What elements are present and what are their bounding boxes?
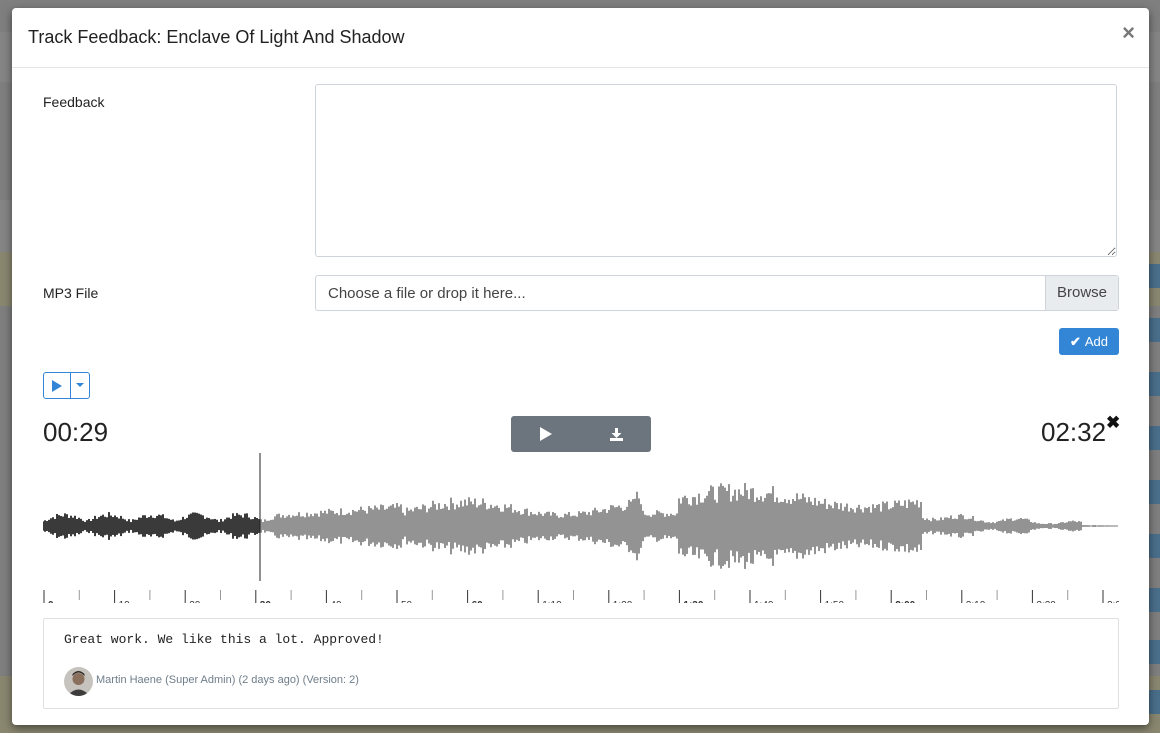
remove-track-icon[interactable]: ✖ bbox=[1106, 413, 1120, 433]
timeline-tick-label: 1:30 bbox=[683, 600, 703, 603]
play-button[interactable] bbox=[511, 416, 581, 452]
player-controls bbox=[511, 416, 651, 452]
file-input-placeholder: Choose a file or drop it here... bbox=[328, 285, 526, 302]
feedback-textarea[interactable] bbox=[315, 84, 1117, 257]
modal-header: Track Feedback: Enclave Of Light And Sha… bbox=[12, 8, 1149, 68]
add-button-label: Add bbox=[1084, 334, 1109, 349]
track-feedback-modal: Track Feedback: Enclave Of Light And Sha… bbox=[12, 8, 1149, 725]
total-time: 02:32 bbox=[1041, 417, 1107, 447]
caret-down-icon bbox=[76, 383, 84, 387]
timeline-tick-label: 40 bbox=[330, 600, 342, 603]
timeline-tick-label: 1:40 bbox=[754, 600, 774, 603]
feedback-label: Feedback bbox=[43, 94, 105, 110]
timeline-tick-label: 0 bbox=[48, 600, 54, 603]
split-dropdown-toggle[interactable] bbox=[71, 373, 89, 398]
timeline-tick-label: 30 bbox=[260, 600, 272, 603]
timeline-tick-label: 1:20 bbox=[613, 600, 633, 603]
timeline-tick-label: 2:00 bbox=[895, 600, 915, 603]
timeline-tick-label: 2:10 bbox=[966, 600, 986, 603]
current-time: 00:29 bbox=[43, 417, 109, 447]
waveform-area[interactable]: 0 10 20 30 40 50 60 1:10 1:20 1:30 1:40 1:50 2:00 2:1… bbox=[42, 453, 1127, 611]
playback-options-split-button[interactable] bbox=[43, 372, 90, 399]
waveform[interactable]: 0 10 20 30 40 50 60 1:10 1:20 1:30 1:40 1:50 2:00 2:1… bbox=[42, 453, 1127, 611]
download-icon bbox=[609, 427, 623, 441]
mp3-file-label: MP3 File bbox=[43, 285, 99, 301]
timeline-tick-label: 50 bbox=[401, 600, 413, 603]
close-button[interactable]: × bbox=[1122, 22, 1135, 44]
check-icon: ✔ bbox=[1069, 334, 1081, 349]
timeline-tick-label: 10 bbox=[119, 600, 131, 603]
timeline-tick-label: 1:10 bbox=[542, 600, 562, 603]
play-icon bbox=[540, 427, 552, 441]
timeline-tick-label: 2:30 bbox=[1107, 600, 1119, 603]
timeline-tick-label: 20 bbox=[189, 600, 201, 603]
mp3-file-input[interactable]: Choose a file or drop it here... Browse bbox=[315, 275, 1119, 311]
modal-title: Track Feedback: Enclave Of Light And Sha… bbox=[28, 27, 405, 47]
timeline-tick-label: 60 bbox=[472, 600, 484, 603]
browse-button[interactable]: Browse bbox=[1045, 276, 1118, 310]
comment-text: Great work. We like this a lot. Approved… bbox=[64, 632, 384, 647]
comment-meta: Martin Haene (Super Admin) (2 days ago) … bbox=[96, 674, 359, 686]
timeline-tick-label: 2:20 bbox=[1036, 600, 1056, 603]
add-button[interactable]: ✔ Add bbox=[1059, 328, 1119, 355]
download-button[interactable] bbox=[581, 416, 651, 452]
split-play-button[interactable] bbox=[44, 373, 71, 398]
avatar bbox=[64, 667, 93, 696]
play-icon bbox=[52, 379, 62, 392]
timeline-tick-label: 1:50 bbox=[825, 600, 845, 603]
feedback-comment: Great work. We like this a lot. Approved… bbox=[43, 618, 1119, 709]
